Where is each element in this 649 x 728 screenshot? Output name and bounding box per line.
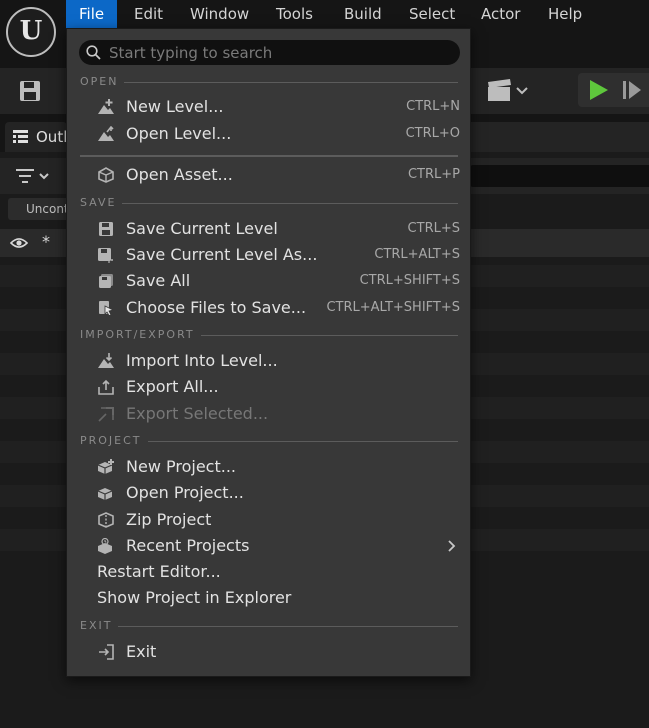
shortcut-label: CTRL+O xyxy=(405,126,460,141)
filter-chip[interactable]: Uncont xyxy=(8,198,70,220)
menu-build[interactable]: Build xyxy=(331,0,395,28)
section-exit-label: EXIT xyxy=(80,619,119,633)
save-all-icon xyxy=(99,274,113,288)
tab-outliner[interactable]: Outl xyxy=(5,122,67,152)
menu-item-new-level[interactable]: New Level... CTRL+N xyxy=(71,95,466,119)
menu-item-label: New Level... xyxy=(126,97,224,116)
menu-search-box xyxy=(79,40,460,65)
menu-item-label: Zip Project xyxy=(126,510,212,529)
main-menu-bar: U File Edit Window Tools Build Select Ac… xyxy=(0,0,649,57)
menu-divider xyxy=(80,155,458,157)
menu-item-label: Export Selected... xyxy=(126,404,269,423)
import-icon xyxy=(98,353,114,368)
menu-item-save-all[interactable]: Save All CTRL+SHIFT+S xyxy=(71,269,466,293)
menu-item-save-current-level[interactable]: Save Current Level CTRL+S xyxy=(71,217,466,241)
exit-icon xyxy=(99,644,114,660)
cinematics-button[interactable] xyxy=(484,76,534,106)
menu-item-label: Restart Editor... xyxy=(97,562,221,581)
menu-item-restart-editor[interactable]: Restart Editor... xyxy=(71,560,466,584)
menu-tools[interactable]: Tools xyxy=(263,0,326,28)
menu-item-label: Open Asset... xyxy=(126,165,233,184)
play-icon[interactable] xyxy=(590,80,608,100)
menu-help[interactable]: Help xyxy=(535,0,595,28)
shortcut-label: CTRL+S xyxy=(407,221,460,236)
shortcut-label: CTRL+SHIFT+S xyxy=(359,273,460,288)
export-selected-icon xyxy=(98,407,114,422)
file-menu-dropdown: OPEN New Level... CTRL+N Open Level... C… xyxy=(66,28,471,677)
menu-select[interactable]: Select xyxy=(396,0,468,28)
export-icon xyxy=(98,379,114,395)
menu-item-zip-project[interactable]: Zip Project xyxy=(71,508,466,532)
menu-file[interactable]: File xyxy=(66,0,118,28)
section-project: PROJECT xyxy=(80,434,458,448)
open-project-icon xyxy=(97,488,113,500)
shortcut-label: CTRL+ALT+S xyxy=(374,247,460,262)
star-icon[interactable]: * xyxy=(42,232,50,251)
eye-icon[interactable] xyxy=(10,236,28,250)
menu-item-label: Save Current Level xyxy=(126,219,278,238)
menu-item-label: Exit xyxy=(126,642,157,661)
section-open: OPEN xyxy=(80,75,458,89)
menu-item-import-into-level[interactable]: Import Into Level... xyxy=(71,349,466,373)
shortcut-label: CTRL+ALT+SHIFT+S xyxy=(326,300,460,315)
menu-item-label: Choose Files to Save... xyxy=(126,298,307,317)
new-project-icon xyxy=(97,459,114,474)
menu-item-label: Save Current Level As... xyxy=(126,245,318,264)
recent-projects-icon xyxy=(98,538,112,554)
menu-item-open-project[interactable]: Open Project... xyxy=(71,481,466,505)
menu-item-exit[interactable]: Exit xyxy=(71,640,466,664)
save-icon xyxy=(99,222,113,236)
menu-item-show-project-in-explorer[interactable]: Show Project in Explorer xyxy=(71,586,466,610)
open-asset-icon xyxy=(98,167,114,183)
outliner-search-input[interactable] xyxy=(470,165,649,187)
menu-item-label: Export All... xyxy=(126,377,219,396)
menu-item-label: Import Into Level... xyxy=(126,351,278,370)
menu-item-open-level[interactable]: Open Level... CTRL+O xyxy=(71,122,466,146)
menu-item-label: Show Project in Explorer xyxy=(97,588,292,607)
menu-item-recent-projects[interactable]: Recent Projects xyxy=(71,534,466,558)
new-level-icon xyxy=(98,99,114,114)
menu-search-input[interactable] xyxy=(109,40,449,65)
search-icon xyxy=(86,45,101,60)
tab-outliner-label: Outl xyxy=(36,128,68,146)
section-open-label: OPEN xyxy=(80,75,125,89)
menu-item-save-current-level-as[interactable]: Save Current Level As... CTRL+ALT+S xyxy=(71,243,466,267)
menu-item-new-project[interactable]: New Project... xyxy=(71,455,466,479)
menu-edit[interactable]: Edit xyxy=(121,0,176,28)
chevron-right-icon xyxy=(448,540,456,552)
filter-icon[interactable] xyxy=(16,168,50,184)
section-project-label: PROJECT xyxy=(80,434,148,448)
section-save: SAVE xyxy=(80,196,458,210)
play-controls xyxy=(578,73,649,107)
outliner-icon xyxy=(13,130,28,143)
menu-item-label: Save All xyxy=(126,271,191,290)
shortcut-label: CTRL+P xyxy=(407,167,460,182)
clapperboard-icon xyxy=(488,79,528,101)
menu-item-export-all[interactable]: Export All... xyxy=(71,375,466,399)
right-panel-tab xyxy=(470,122,649,152)
shortcut-label: CTRL+N xyxy=(406,99,460,114)
unreal-logo-icon[interactable]: U xyxy=(6,7,56,57)
section-import-export: IMPORT/EXPORT xyxy=(80,328,458,342)
menu-item-open-asset[interactable]: Open Asset... CTRL+P xyxy=(71,163,466,187)
section-exit: EXIT xyxy=(80,619,458,633)
choose-files-icon xyxy=(99,301,115,316)
menu-item-label: Recent Projects xyxy=(126,536,250,555)
menu-item-label: Open Project... xyxy=(126,483,244,502)
menu-window[interactable]: Window xyxy=(177,0,262,28)
save-icon[interactable] xyxy=(19,80,41,102)
frame-step-icon[interactable] xyxy=(623,81,626,99)
open-level-icon xyxy=(98,126,114,141)
zip-project-icon xyxy=(98,512,114,528)
menu-item-export-selected: Export Selected... xyxy=(71,402,466,426)
menu-item-label: Open Level... xyxy=(126,124,232,143)
section-import-export-label: IMPORT/EXPORT xyxy=(80,328,201,342)
menu-item-choose-files-to-save[interactable]: Choose Files to Save... CTRL+ALT+SHIFT+S xyxy=(71,296,466,320)
section-save-label: SAVE xyxy=(80,196,123,210)
menu-item-label: New Project... xyxy=(126,457,236,476)
save-as-icon xyxy=(98,248,113,263)
menu-actor[interactable]: Actor xyxy=(468,0,533,28)
